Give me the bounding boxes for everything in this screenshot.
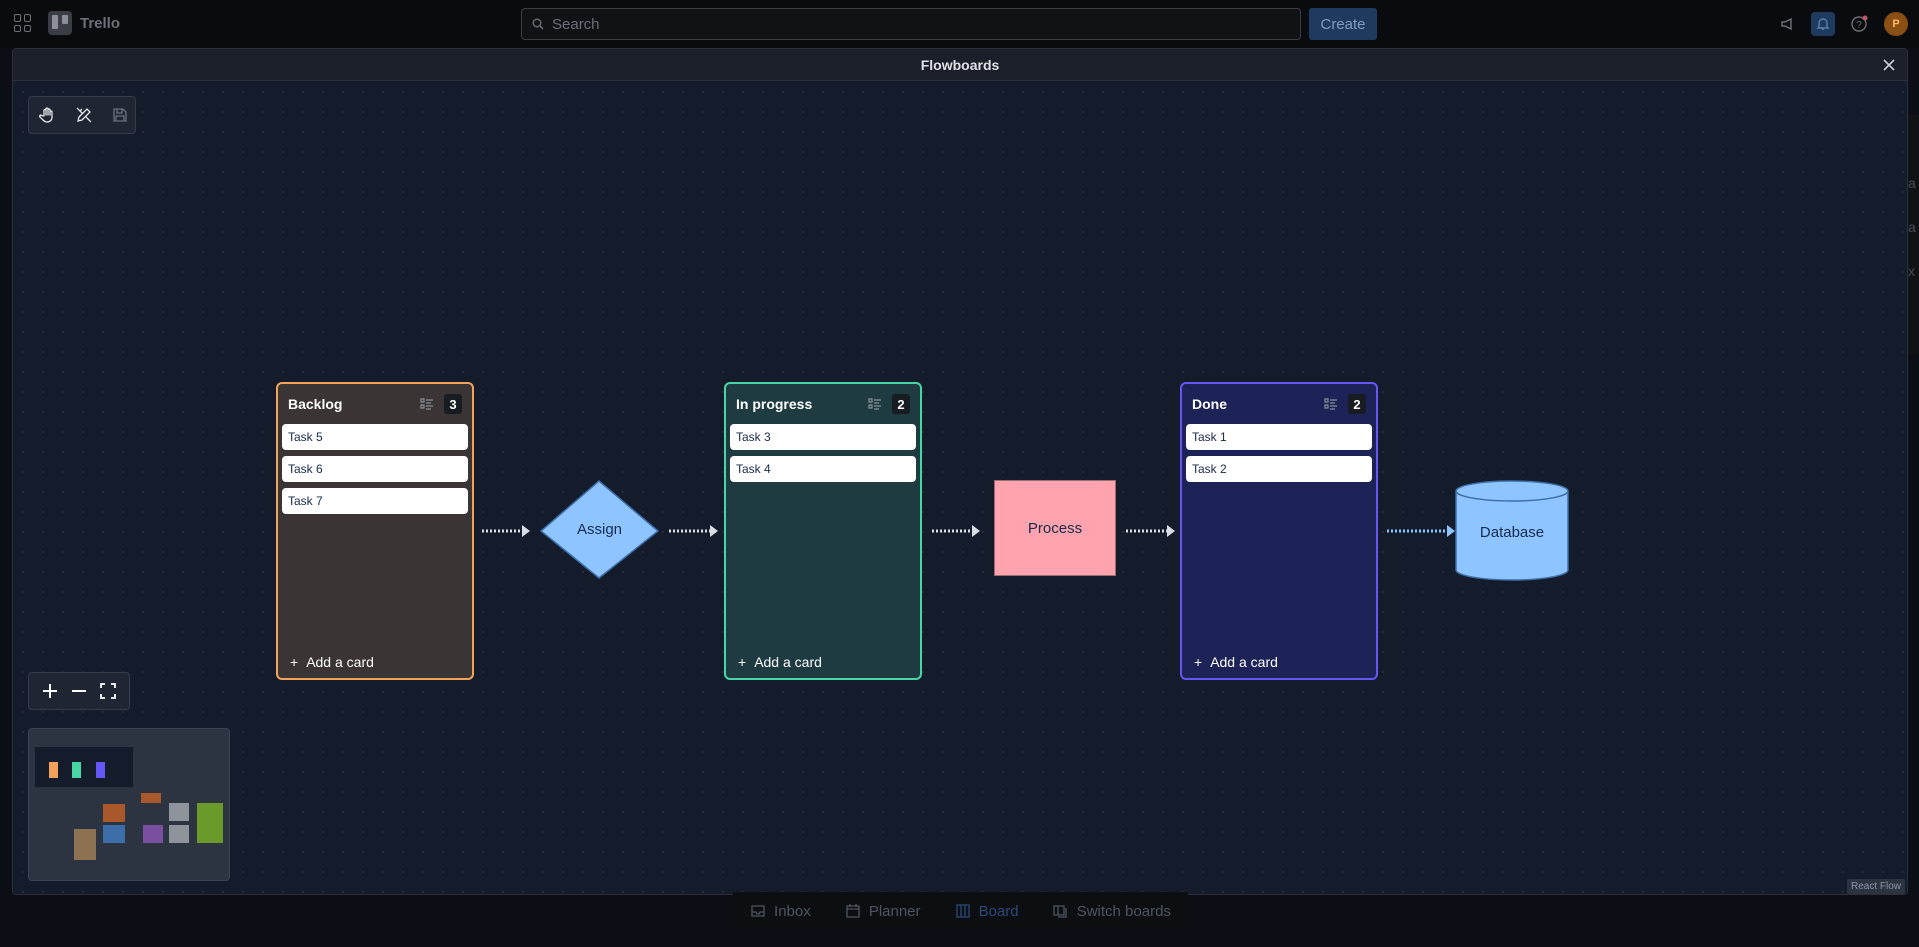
modal-title: Flowboards	[920, 56, 1000, 73]
card[interactable]: Task 3	[730, 424, 916, 450]
card-count-badge: 2	[1348, 394, 1366, 414]
card[interactable]: Task 6	[282, 456, 468, 482]
arrowhead	[1167, 525, 1175, 537]
flow-canvas[interactable]: Assign Process Database Backlog 3 Task 5…	[13, 82, 1907, 894]
minimap-node	[103, 804, 125, 822]
card[interactable]: Task 2	[1186, 456, 1372, 482]
column-title: In progress	[736, 396, 813, 412]
search-icon	[532, 18, 544, 30]
minimap-node	[96, 762, 105, 778]
card[interactable]: Task 4	[730, 456, 916, 482]
add-card-button[interactable]: + Add a card	[290, 654, 374, 670]
minimap-node	[169, 803, 189, 821]
card[interactable]: Task 5	[282, 424, 468, 450]
database-node-label[interactable]: Database	[1456, 497, 1568, 567]
column-title: Done	[1192, 396, 1227, 412]
column-header: In progress 2	[726, 384, 920, 424]
checklist-icon[interactable]	[1324, 397, 1338, 411]
fit-view-icon[interactable]	[97, 680, 119, 702]
search-input[interactable]: Search	[521, 8, 1301, 40]
minimap-node	[169, 825, 189, 843]
checklist-icon[interactable]	[868, 397, 882, 411]
nav-board[interactable]: Board	[955, 903, 1019, 920]
add-card-button[interactable]: + Add a card	[738, 654, 822, 670]
calendar-icon	[846, 904, 860, 918]
column-backlog[interactable]: Backlog 3 Task 5 Task 6 Task 7 + Add a c…	[276, 382, 474, 680]
plus-icon: +	[738, 654, 747, 670]
modal-header: Flowboards	[13, 49, 1907, 81]
trello-logo-icon	[48, 11, 72, 35]
column-header: Done 2	[1182, 384, 1376, 424]
zoom-in-icon[interactable]	[39, 680, 61, 702]
avatar[interactable]: P	[1884, 12, 1908, 36]
card-count-badge: 3	[444, 394, 462, 414]
pen-ruler-icon[interactable]	[71, 102, 97, 128]
canvas-toolbox	[28, 96, 136, 134]
column-done[interactable]: Done 2 Task 1 Task 2 + Add a card	[1180, 382, 1378, 680]
minimap-node	[141, 793, 161, 803]
close-icon[interactable]	[1877, 53, 1901, 77]
nav-inbox[interactable]: Inbox	[750, 903, 811, 920]
nav-switch-boards-label: Switch boards	[1076, 902, 1171, 920]
plus-icon: +	[290, 654, 299, 670]
inbox-icon	[751, 905, 765, 917]
arrowhead	[972, 525, 980, 537]
add-card-label: Add a card	[306, 654, 374, 670]
add-card-button[interactable]: + Add a card	[1194, 654, 1278, 670]
create-button[interactable]: Create	[1309, 8, 1377, 40]
minimap-node	[197, 803, 223, 843]
checklist-icon[interactable]	[420, 397, 434, 411]
arrowhead	[1447, 525, 1455, 537]
nav-planner-label: Planner	[868, 902, 921, 920]
react-flow-attribution[interactable]: React Flow	[1846, 879, 1905, 894]
card[interactable]: Task 7	[282, 488, 468, 514]
zoom-out-icon[interactable]	[68, 680, 90, 702]
zoom-controls	[28, 672, 130, 710]
board-icon	[955, 904, 970, 918]
add-card-label: Add a card	[1210, 654, 1278, 670]
column-title: Backlog	[288, 396, 343, 412]
hand-icon[interactable]	[35, 102, 61, 128]
card[interactable]: Task 1	[1186, 424, 1372, 450]
bottom-navigation: Inbox Planner Board Switch boards	[733, 892, 1188, 930]
svg-text:?: ?	[1856, 20, 1862, 31]
app-name: Trello	[80, 14, 121, 32]
column-in-progress[interactable]: In progress 2 Task 3 Task 4 + Add a card	[724, 382, 922, 680]
nav-switch-boards[interactable]: Switch boards	[1053, 903, 1171, 920]
minimap-node	[72, 762, 81, 778]
search-placeholder: Search	[552, 15, 600, 33]
notifications-bell-icon[interactable]	[1811, 12, 1835, 36]
plus-icon: +	[1194, 654, 1203, 670]
app-switcher-icon[interactable]	[14, 14, 32, 32]
card-count-badge: 2	[892, 394, 910, 414]
minimap-node	[49, 762, 58, 778]
minimap[interactable]	[28, 728, 230, 881]
megaphone-icon[interactable]	[1776, 12, 1800, 36]
nav-inbox-label: Inbox	[774, 902, 811, 920]
minimap-node	[143, 825, 163, 843]
add-card-label: Add a card	[754, 654, 822, 670]
trello-logo[interactable]: Trello	[48, 11, 120, 35]
arrowhead	[710, 525, 718, 537]
switch-boards-icon	[1053, 905, 1067, 918]
minimap-node	[74, 829, 96, 860]
flowboards-modal: Flowboards Assign Process Database Backl…	[12, 48, 1908, 895]
nav-board-label: Board	[978, 902, 1019, 920]
top-bar: Trello Search Create ? P	[0, 0, 1919, 48]
column-header: Backlog 3	[278, 384, 472, 424]
help-icon[interactable]: ?	[1847, 12, 1871, 36]
save-icon[interactable]	[107, 102, 133, 128]
arrowhead	[522, 525, 530, 537]
minimap-node	[103, 825, 125, 843]
nav-planner[interactable]: Planner	[845, 903, 921, 920]
process-node-label: Process	[1027, 519, 1083, 537]
assign-node-label[interactable]: Assign	[541, 481, 658, 578]
